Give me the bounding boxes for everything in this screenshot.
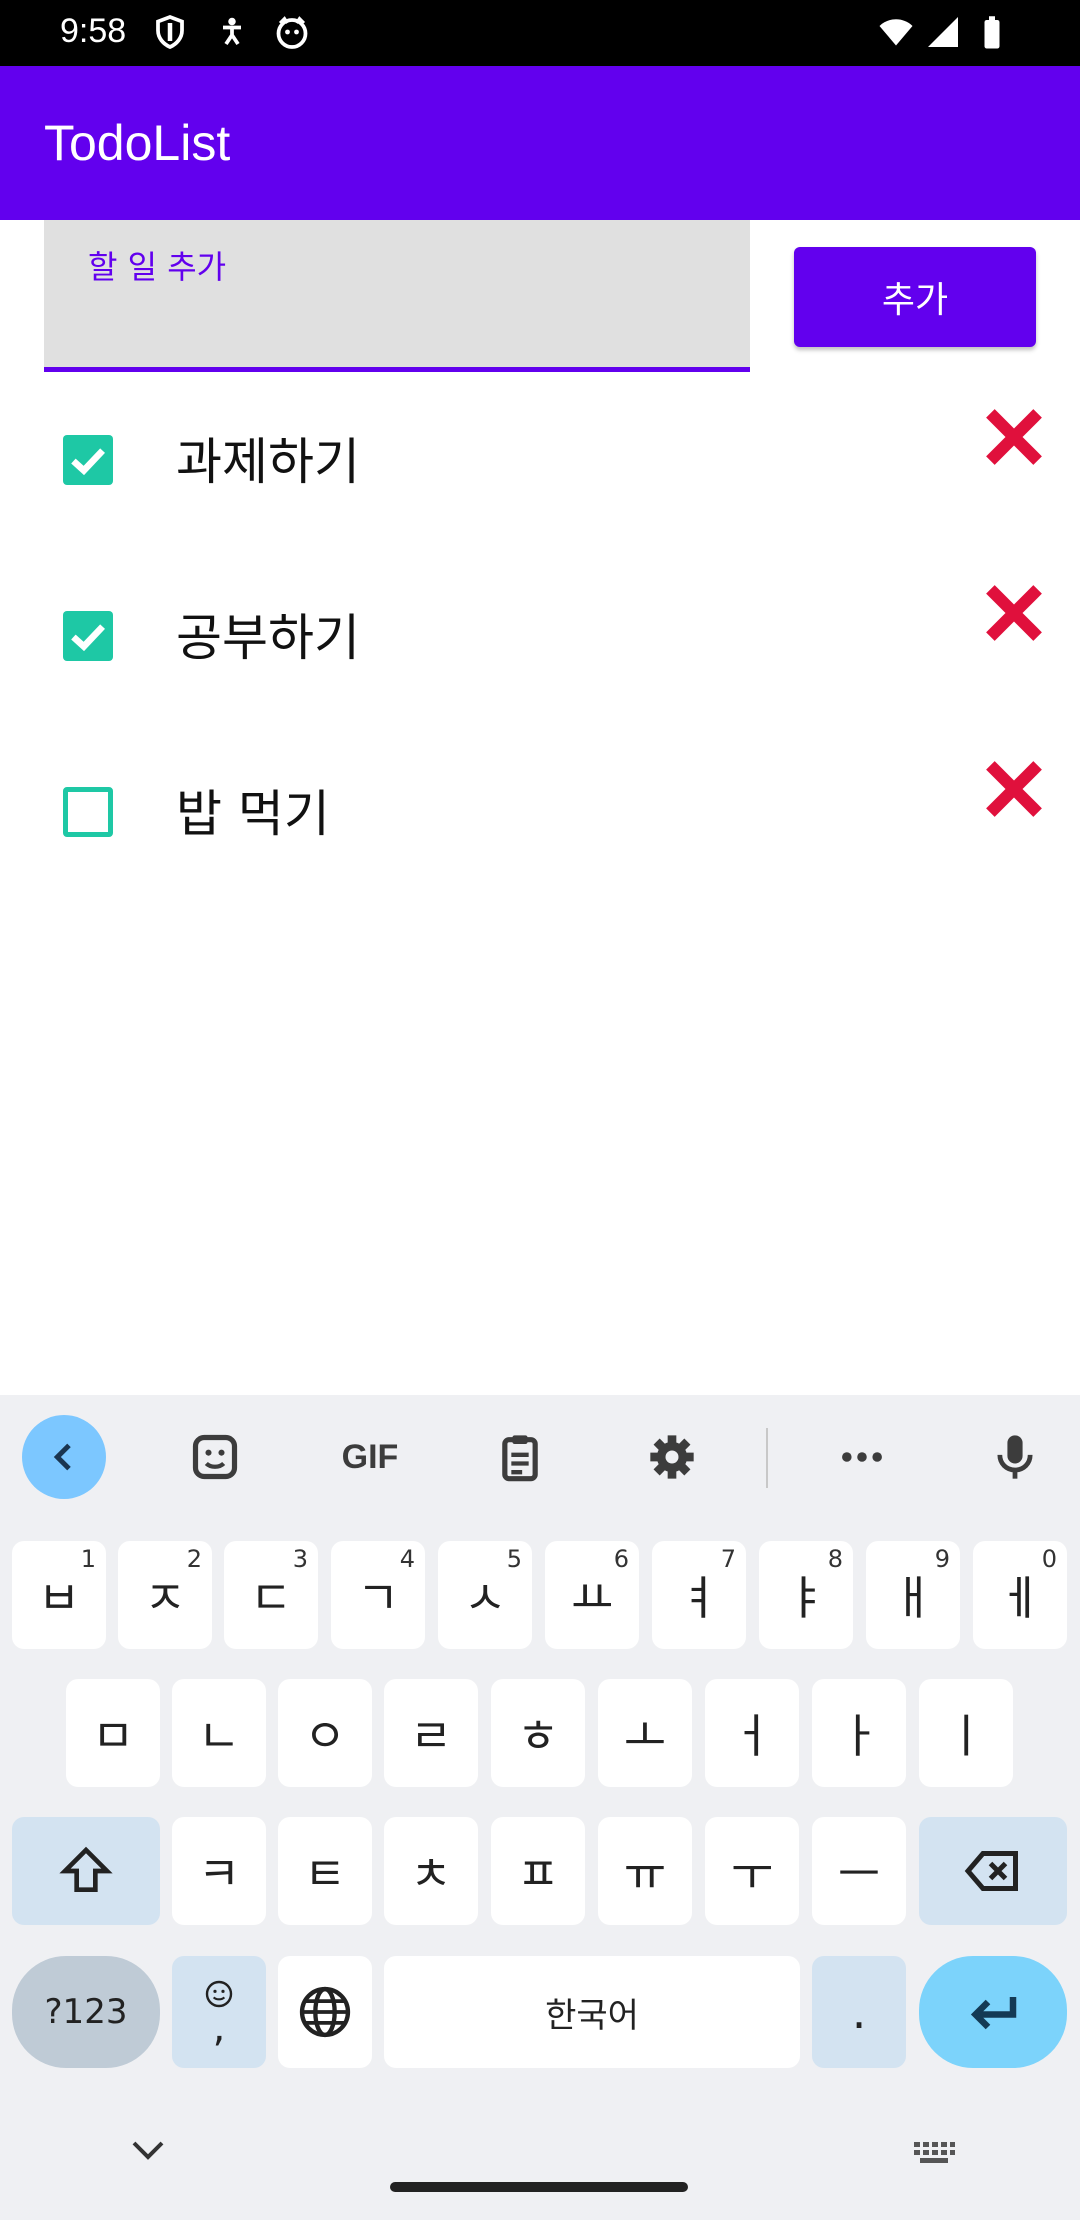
enter-icon	[970, 1997, 1017, 2030]
backspace-icon	[964, 1851, 1018, 1891]
todo-checkbox-unchecked[interactable]	[63, 787, 113, 837]
key-row2[interactable]: ㄹ	[384, 1679, 478, 1787]
key-row3[interactable]: ㅠ	[598, 1817, 692, 1925]
mic-icon[interactable]	[985, 1427, 1045, 1487]
backspace-key[interactable]	[919, 1817, 1067, 1925]
accessibility-icon	[223, 17, 241, 46]
key-4[interactable]: ㄱ4	[331, 1541, 425, 1649]
keyboard: GIF ㅂ1 ㅈ2 ㄷ3 ㄱ4 ㅅ5 ㅛ6 ㅕ7 ㅑ8 ㅐ9 ㅔ0 ㅁ ㄴ ㅇ …	[0, 1395, 1080, 2220]
key-8[interactable]: ㅑ8	[759, 1541, 853, 1649]
clipboard-icon[interactable]	[490, 1427, 550, 1487]
todo-item: 공부하기	[0, 548, 1080, 724]
delete-icon[interactable]	[985, 760, 1043, 818]
gear-icon[interactable]	[642, 1427, 702, 1487]
wifi-icon	[879, 19, 913, 46]
chevron-left-icon	[53, 1443, 71, 1471]
key-row3[interactable]: ㅜ	[705, 1817, 799, 1925]
key-row2[interactable]: ㅓ	[705, 1679, 799, 1787]
key-row2[interactable]: ㅇ	[278, 1679, 372, 1787]
period-key[interactable]: .	[812, 1956, 906, 2068]
sticker-icon[interactable]	[185, 1427, 245, 1487]
todo-checkbox-checked[interactable]	[63, 611, 113, 661]
key-row3[interactable]: ㅌ	[278, 1817, 372, 1925]
shift-icon	[59, 1846, 113, 1892]
keyboard-toolbar: GIF	[0, 1395, 1080, 1520]
todo-label: 과제하기	[176, 433, 360, 491]
key-row3[interactable]: ㅡ	[812, 1817, 906, 1925]
key-7[interactable]: ㅕ7	[652, 1541, 746, 1649]
key-row3[interactable]: ㅊ	[384, 1817, 478, 1925]
language-key[interactable]	[278, 1956, 372, 2068]
comma-label: ,	[212, 2005, 226, 2051]
gif-icon[interactable]: GIF	[330, 1427, 410, 1487]
todo-checkbox-checked[interactable]	[63, 435, 113, 485]
key-1[interactable]: ㅂ1	[12, 1541, 106, 1649]
key-row2[interactable]: ㅣ	[919, 1679, 1013, 1787]
status-time: 9:58	[60, 12, 127, 50]
space-key[interactable]: 한국어	[384, 1956, 800, 2068]
home-indicator[interactable]	[390, 2182, 688, 2192]
shield-icon	[156, 14, 184, 50]
more-icon[interactable]	[832, 1427, 892, 1487]
check-icon	[71, 448, 106, 476]
delete-icon[interactable]	[985, 584, 1043, 642]
enter-key[interactable]	[919, 1956, 1067, 2068]
key-row3[interactable]: ㅍ	[491, 1817, 585, 1925]
key-row2[interactable]: ㅁ	[66, 1679, 160, 1787]
key-6[interactable]: ㅛ6	[545, 1541, 639, 1649]
emoji-comma-key[interactable]: ,	[172, 1956, 266, 2068]
key-row2[interactable]: ㅗ	[598, 1679, 692, 1787]
todo-item: 과제하기	[0, 372, 1080, 548]
app-bar: TodoList	[0, 66, 1080, 220]
status-bar: 9:58	[0, 0, 1080, 66]
globe-icon	[299, 1986, 351, 2038]
signal-icon	[928, 17, 958, 47]
key-row2[interactable]: ㄴ	[172, 1679, 266, 1787]
add-button[interactable]: 추가	[794, 247, 1036, 347]
todo-input-hint: 할 일 추가	[88, 248, 227, 286]
cat-face-icon	[276, 16, 308, 49]
key-9[interactable]: ㅐ9	[866, 1541, 960, 1649]
key-5[interactable]: ㅅ5	[438, 1541, 532, 1649]
key-3[interactable]: ㄷ3	[224, 1541, 318, 1649]
hide-keyboard-icon[interactable]	[128, 2137, 168, 2163]
key-10[interactable]: ㅔ0	[973, 1541, 1067, 1649]
shift-key[interactable]	[12, 1817, 160, 1925]
key-row2[interactable]: ㅏ	[812, 1679, 906, 1787]
key-row2[interactable]: ㅎ	[491, 1679, 585, 1787]
keyboard-back-button[interactable]	[22, 1415, 106, 1499]
todo-label: 공부하기	[176, 609, 360, 667]
battery-icon	[984, 16, 1000, 49]
todo-item: 밥 먹기	[0, 724, 1080, 900]
todo-input[interactable]: 할 일 추가	[44, 220, 750, 372]
symbols-key[interactable]: ?123	[12, 1956, 160, 2068]
app-title: TodoList	[44, 115, 231, 171]
keyboard-switch-icon[interactable]	[912, 2140, 956, 2166]
check-icon	[71, 624, 106, 652]
key-row3[interactable]: ㅋ	[172, 1817, 266, 1925]
delete-icon[interactable]	[985, 408, 1043, 466]
todo-label: 밥 먹기	[176, 785, 330, 843]
key-2[interactable]: ㅈ2	[118, 1541, 212, 1649]
toolbar-divider	[766, 1428, 768, 1488]
